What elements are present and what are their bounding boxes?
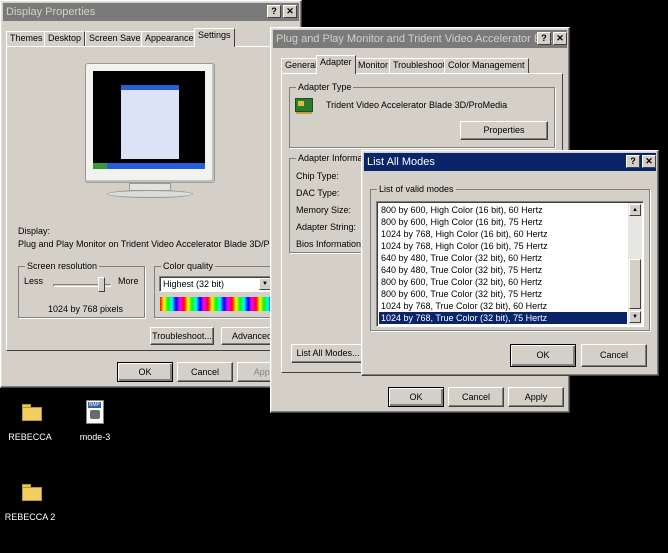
tab-appearance[interactable]: Appearance bbox=[141, 31, 198, 46]
modes-listbox[interactable]: 800 by 600, High Color (16 bit), 60 Hert… bbox=[376, 201, 644, 327]
color-quality-select[interactable]: Highest (32 bit) ▼ bbox=[159, 276, 273, 292]
screen-resolution-label: Screen resolution bbox=[25, 261, 100, 271]
help-button[interactable]: ? bbox=[626, 155, 640, 168]
display-properties-window: Display Properties ? ✕ Themes Desktop Sc… bbox=[0, 0, 302, 388]
mode-list-item[interactable]: 1024 by 768, True Color (32 bit), 60 Her… bbox=[379, 300, 627, 312]
mode-list-item[interactable]: 1024 by 768, High Color (16 bit), 60 Her… bbox=[379, 228, 627, 240]
monitor-properties-titlebar[interactable]: Plug and Play Monitor and Trident Video … bbox=[273, 30, 567, 48]
tab-adapter[interactable]: Adapter bbox=[316, 55, 356, 74]
mode-list-item[interactable]: 800 by 600, High Color (16 bit), 75 Hert… bbox=[379, 216, 627, 228]
desktop-icon-rebecca[interactable]: REBECCA bbox=[8, 402, 52, 448]
scroll-down-icon[interactable]: ▼ bbox=[629, 311, 641, 323]
ok-button[interactable]: OK bbox=[388, 387, 444, 407]
window-title: Plug and Play Monitor and Trident Video … bbox=[276, 33, 559, 45]
cancel-button[interactable]: Cancel bbox=[581, 344, 647, 367]
troubleshoot-button[interactable]: Troubleshoot... bbox=[150, 327, 214, 345]
close-button[interactable]: ✕ bbox=[642, 155, 656, 168]
ok-button[interactable]: OK bbox=[117, 362, 173, 382]
window-title: Display Properties bbox=[6, 6, 96, 18]
tab-settings[interactable]: Settings bbox=[194, 28, 235, 47]
resolution-more-label: More bbox=[118, 276, 139, 286]
ok-button[interactable]: OK bbox=[510, 344, 576, 367]
monitor-screen bbox=[93, 71, 205, 169]
mode-list-item[interactable]: 640 by 480, True Color (32 bit), 75 Hert… bbox=[379, 264, 627, 276]
close-button[interactable]: ✕ bbox=[283, 5, 297, 18]
adapter-name: Trident Video Accelerator Blade 3D/ProMe… bbox=[326, 100, 508, 110]
mode-list-item[interactable]: 640 by 480, True Color (32 bit), 60 Hert… bbox=[379, 252, 627, 264]
tab-desktop[interactable]: Desktop bbox=[44, 31, 86, 46]
desktop-icon-label: mode-3 bbox=[79, 432, 111, 442]
dialog-title: List All Modes bbox=[367, 156, 435, 168]
resolution-less-label: Less bbox=[24, 276, 44, 286]
resolution-value: 1024 by 768 pixels bbox=[48, 304, 124, 314]
desktop-icon-rebecca-2[interactable]: REBECCA 2 bbox=[5, 482, 55, 528]
monitor-preview bbox=[85, 63, 215, 199]
desktop-icon-mode-3[interactable]: BMP mode-3 bbox=[76, 400, 118, 446]
list-all-modes-titlebar[interactable]: List All Modes bbox=[364, 153, 656, 171]
list-all-modes-button[interactable]: List All Modes... bbox=[291, 344, 365, 363]
mode-list-item[interactable]: 1024 by 768, True Color (32 bit), 75 Her… bbox=[379, 312, 627, 324]
close-button[interactable]: ✕ bbox=[553, 32, 567, 45]
display-value: Plug and Play Monitor on Trident Video A… bbox=[18, 239, 302, 249]
resolution-slider-thumb[interactable] bbox=[97, 277, 105, 292]
video-card-icon bbox=[295, 98, 313, 114]
tab-screen-saver[interactable]: Screen Saver bbox=[85, 31, 148, 46]
apply-button[interactable]: Apply bbox=[508, 387, 564, 407]
tab-themes[interactable]: Themes bbox=[6, 31, 47, 46]
info-adapter-string: Adapter String: bbox=[296, 222, 357, 232]
scrollbar-thumb[interactable] bbox=[629, 259, 641, 309]
tab-monitor[interactable]: Monitor bbox=[354, 58, 393, 73]
desktop-icon-label: REBECCA bbox=[8, 432, 52, 442]
mode-list-item[interactable]: 800 by 600, True Color (32 bit), 75 Hert… bbox=[379, 288, 627, 300]
display-label: Display: bbox=[18, 226, 51, 236]
tab-strip: General Adapter Monitor Troubleshoot Col… bbox=[281, 55, 566, 74]
bmp-badge: BMP bbox=[88, 402, 101, 408]
bmp-file-icon: BMP bbox=[86, 400, 104, 424]
cancel-button[interactable]: Cancel bbox=[448, 387, 504, 407]
info-memory-size: Memory Size: bbox=[296, 205, 352, 215]
cancel-button[interactable]: Cancel bbox=[177, 362, 233, 382]
help-button[interactable]: ? bbox=[537, 32, 551, 45]
info-dac-type: DAC Type: bbox=[296, 188, 340, 198]
mode-list-item[interactable]: 800 by 600, True Color (32 bit), 60 Hert… bbox=[379, 276, 627, 288]
list-all-modes-dialog: List All Modes ? ✕ List of valid modes 8… bbox=[361, 150, 659, 376]
color-quality-value: Highest (32 bit) bbox=[163, 279, 225, 289]
mode-list-item[interactable]: 800 by 600, High Color (16 bit), 60 Hert… bbox=[379, 204, 627, 216]
help-button[interactable]: ? bbox=[267, 5, 281, 18]
desktop-icon-label: REBECCA 2 bbox=[4, 512, 56, 522]
mode-list-item[interactable]: 1024 by 768, High Color (16 bit), 75 Her… bbox=[379, 240, 627, 252]
color-quality-label: Color quality bbox=[161, 261, 216, 271]
folder-icon bbox=[22, 404, 44, 421]
vertical-scrollbar[interactable]: ▲ ▼ bbox=[628, 203, 642, 325]
color-spectrum-bar bbox=[160, 297, 274, 311]
properties-button[interactable]: Properties bbox=[460, 121, 548, 140]
tab-color-management[interactable]: Color Management bbox=[444, 58, 529, 73]
tab-troubleshoot[interactable]: Troubleshoot bbox=[389, 58, 450, 73]
modes-list: 800 by 600, High Color (16 bit), 60 Hert… bbox=[379, 204, 627, 324]
folder-icon bbox=[22, 484, 44, 501]
scroll-up-icon[interactable]: ▲ bbox=[629, 204, 641, 216]
valid-modes-label: List of valid modes bbox=[377, 184, 456, 194]
info-chip-type: Chip Type: bbox=[296, 171, 339, 181]
adapter-type-label: Adapter Type bbox=[296, 82, 354, 92]
info-bios-information: Bios Information: bbox=[296, 239, 364, 249]
tab-strip: Themes Desktop Screen Saver Appearance S… bbox=[6, 28, 296, 47]
display-properties-titlebar[interactable]: Display Properties bbox=[3, 3, 299, 21]
